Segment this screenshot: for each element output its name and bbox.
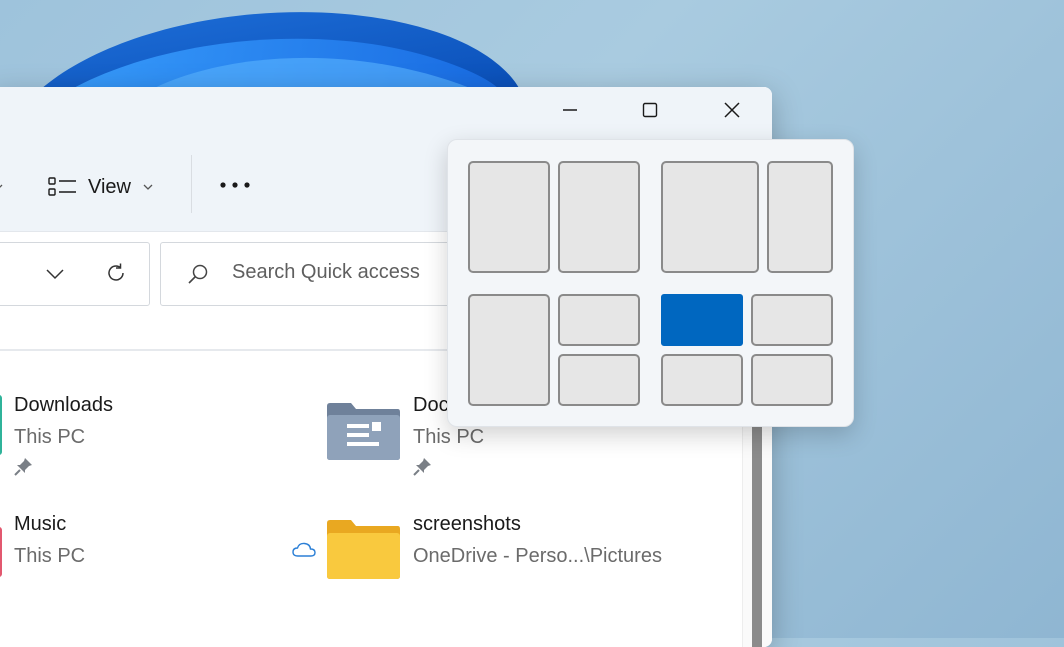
item-name: Doc <box>413 394 449 416</box>
more-icon <box>220 182 250 188</box>
cloud-icon <box>292 542 316 557</box>
item-location: OneDrive - Perso...\Pictures <box>413 545 662 567</box>
scrollbar-thumb[interactable] <box>752 425 762 647</box>
item-name: Downloads <box>14 394 113 416</box>
chevron-down-icon[interactable] <box>45 265 65 283</box>
layout-4-top-left-zone[interactable] <box>661 294 743 346</box>
item-name: screenshots <box>413 513 521 535</box>
close-icon <box>724 102 740 118</box>
layout-2-left-zone[interactable] <box>661 161 759 273</box>
layout-3-bottom-right-zone[interactable] <box>558 354 640 406</box>
item-name: Music <box>14 513 67 535</box>
minimize-icon <box>563 109 577 111</box>
pin-icon <box>14 458 32 476</box>
more-options-button[interactable] <box>212 167 258 203</box>
toolbar-divider <box>191 155 192 213</box>
view-label: View <box>88 175 131 198</box>
layout-4-bottom-right-zone[interactable] <box>751 354 833 406</box>
item-location: This PC <box>14 545 86 567</box>
search-icon <box>188 264 208 284</box>
layout-1-left-zone[interactable] <box>468 161 550 273</box>
chevron-down-icon <box>143 184 153 190</box>
snap-layouts-flyout <box>447 139 854 427</box>
view-list-icon <box>48 177 76 196</box>
toolbar-chevron-fragment <box>0 184 3 188</box>
search-box[interactable]: Search Quick access <box>160 242 482 306</box>
view-button[interactable]: View <box>48 169 155 205</box>
close-button[interactable] <box>692 87 772 133</box>
layout-4-bottom-left-zone[interactable] <box>661 354 743 406</box>
layout-3-top-right-zone[interactable] <box>558 294 640 346</box>
search-input[interactable]: Search Quick access <box>232 261 420 284</box>
minimize-button[interactable] <box>530 87 610 133</box>
folder-icon <box>327 520 400 579</box>
music-folder-icon <box>0 527 2 577</box>
item-location: This PC <box>413 426 485 448</box>
documents-folder-icon <box>327 403 400 460</box>
layout-3-left-zone[interactable] <box>468 294 550 406</box>
maximize-button[interactable] <box>610 87 690 133</box>
layout-2-right-zone[interactable] <box>767 161 833 273</box>
maximize-icon <box>642 102 658 118</box>
item-location: This PC <box>14 426 86 448</box>
layout-1-right-zone[interactable] <box>558 161 640 273</box>
downloads-folder-icon <box>0 395 2 455</box>
title-bar[interactable] <box>0 87 772 139</box>
address-bar[interactable] <box>0 242 150 306</box>
layout-4-top-right-zone[interactable] <box>751 294 833 346</box>
refresh-icon[interactable] <box>105 262 127 284</box>
pin-icon <box>413 458 431 476</box>
